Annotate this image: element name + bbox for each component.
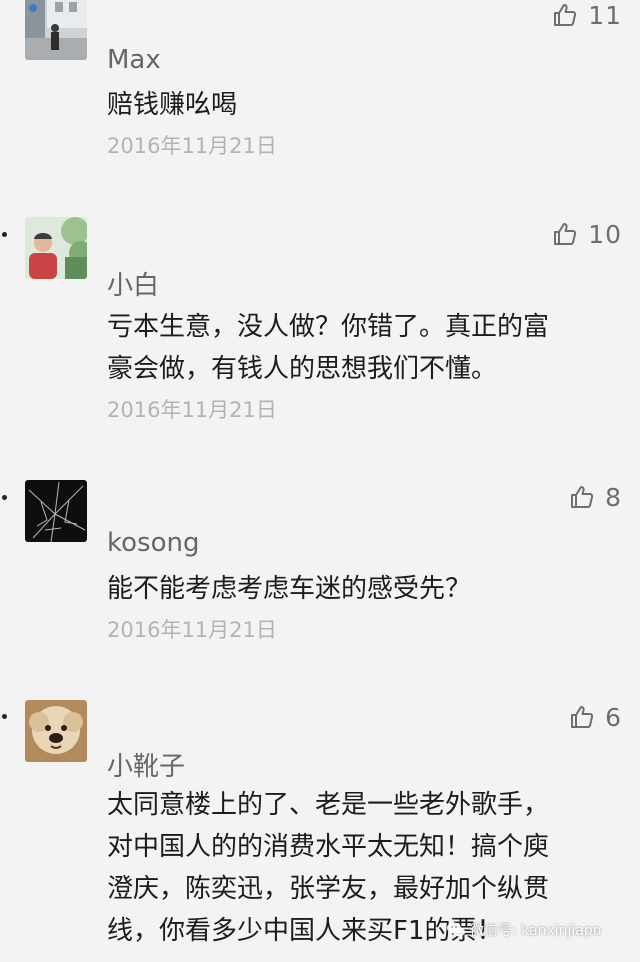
puppy-avatar-image [25,700,87,762]
comment-text-line: 澄庆，陈奕迅，张学友，最好加个纵贯 [107,874,550,904]
comment-date: 2016年11月21日 [107,618,277,642]
bullet-marker [2,232,7,237]
wechat-icon [447,922,465,937]
avatar[interactable] [25,0,87,60]
comment-author[interactable]: 小靴子 [107,746,185,783]
comment-date: 2016年11月21日 [107,398,277,422]
comment-text-line: 豪会做，有钱人的思想我们不懂。 [107,354,498,384]
comment-text-line: 亏本生意，没人做？你错了。真正的富 [107,312,550,342]
comment-text-line: 赔钱赚吆喝 [107,90,238,120]
like-button[interactable]: 10 [552,217,622,251]
watermark-text: 微信号: kanxinjiapo [470,923,602,939]
avatar[interactable] [25,700,87,762]
like-button[interactable]: 11 [552,0,622,32]
like-count: 8 [605,482,622,512]
avatar[interactable] [25,480,87,542]
thumbs-up-icon [571,486,594,508]
comment-text-line: 太同意楼上的了、老是一些老外歌手， [107,790,550,820]
like-count: 10 [588,219,622,249]
comment-feed: 11 Max 赔钱赚吆喝 2016年11月21日 10 小白 亏本生意，没人做？… [0,0,640,962]
avatar[interactable] [25,217,87,279]
comment-author[interactable]: kosong [107,528,199,558]
comment-text-line: 能不能考虑考虑车迷的感受先？ [107,574,472,604]
cracked-screen-avatar-image [25,480,87,542]
comment-date: 2016年11月21日 [107,134,277,158]
like-button[interactable]: 8 [569,480,622,514]
comment-text-line: 对中国人的的消费水平太无知！搞个庾 [107,832,550,862]
comment-text: 赔钱赚吆喝 [107,84,617,126]
bullet-marker [2,495,7,500]
person-outdoors-avatar-image [25,217,87,279]
thumbs-up-icon [571,706,594,728]
thumbs-up-icon [554,4,577,26]
street-photo-avatar-image [25,0,87,60]
wechat-watermark: 微信号: kanxinjiapo [446,920,601,940]
comment-text: 亏本生意，没人做？你错了。真正的富 豪会做，有钱人的思想我们不懂。 [107,306,617,390]
like-count: 6 [605,702,622,732]
comment-author[interactable]: Max [107,45,161,75]
thumbs-up-icon [554,223,577,245]
bullet-marker [2,714,7,719]
comment-author[interactable]: 小白 [107,265,159,302]
like-count: 11 [588,0,622,30]
like-button[interactable]: 6 [569,700,622,734]
comment-text: 能不能考虑考虑车迷的感受先？ [107,568,617,610]
